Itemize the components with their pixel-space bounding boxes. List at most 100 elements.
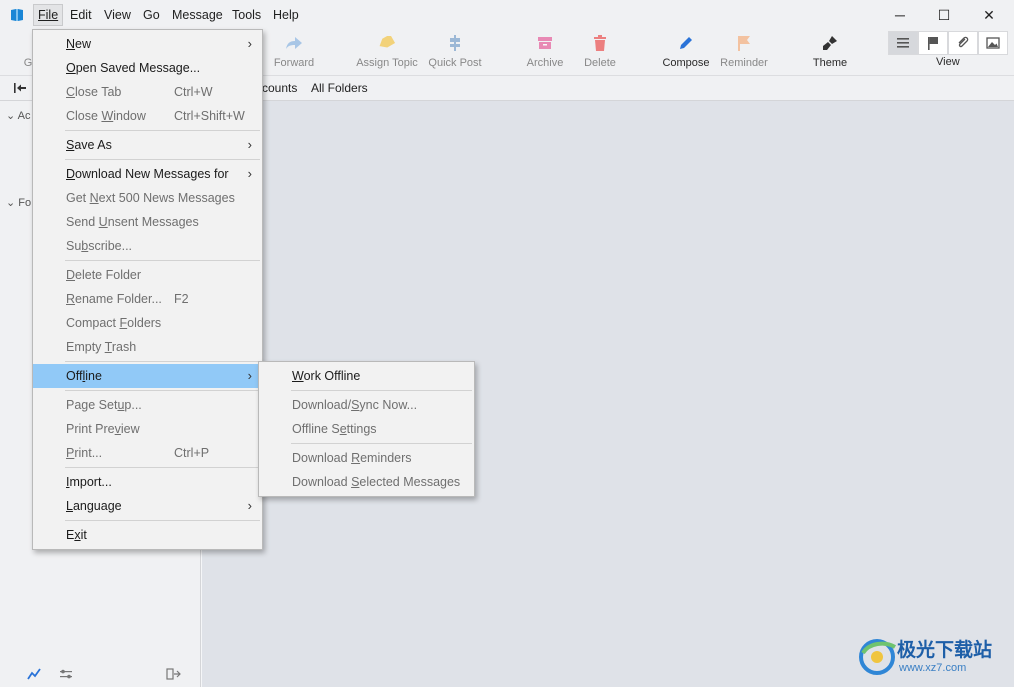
menu-item-delete-folder[interactable]: Delete Folder (33, 263, 262, 287)
menu-item-shortcut: Ctrl+W (174, 85, 213, 99)
menu-item-label: Print Preview (66, 422, 140, 436)
minimize-button[interactable]: ─ (877, 0, 923, 30)
minimize-icon: ─ (895, 7, 905, 23)
menu-file[interactable]: File (33, 4, 64, 26)
forward-label: Forward (273, 57, 315, 69)
accounts-section-label: Ac (17, 110, 31, 122)
menu-tools[interactable]: Tools (228, 4, 265, 26)
menu-item-shortcut: Ctrl+P (174, 446, 210, 460)
menu-item-exit[interactable]: Exit (33, 523, 262, 547)
menu-separator (65, 260, 260, 261)
menu-item-label: Close Window (66, 109, 146, 123)
view-toggle-group (888, 31, 1008, 55)
menu-item-offline-settings[interactable]: Offline Settings (259, 417, 474, 441)
reminder-label: Reminder (720, 57, 768, 69)
menu-item-close-tab[interactable]: Close Tab Ctrl+W (33, 80, 262, 104)
folders-section-header[interactable]: ⌄ Fo (6, 196, 31, 209)
pencil-icon (680, 37, 692, 49)
compose-button[interactable]: Compose (660, 32, 712, 74)
close-window-button[interactable]: ✕ (966, 0, 1012, 30)
settings-sliders-icon[interactable] (58, 667, 74, 681)
menu-item-label: Rename Folder... (66, 292, 162, 306)
archive-icon (538, 37, 552, 49)
menu-item-label: New (66, 37, 92, 51)
menu-item-save-as[interactable]: Save As › (33, 133, 262, 157)
maximize-icon: ☐ (937, 6, 951, 23)
image-icon (986, 37, 1000, 49)
menu-item-print-preview[interactable]: Print Preview (33, 417, 262, 441)
reminder-button[interactable]: Reminder (717, 32, 771, 74)
menu-view[interactable]: View (100, 4, 135, 26)
menu-item-subscribe[interactable]: Subscribe... (33, 234, 262, 258)
forward-button[interactable]: Forward (268, 32, 320, 74)
menu-item-print[interactable]: Print... Ctrl+P (33, 441, 262, 465)
menu-item-import[interactable]: Import... (33, 470, 262, 494)
menu-item-new[interactable]: New › (33, 32, 262, 56)
menu-item-label: Empty Trash (66, 340, 137, 354)
chevron-right-icon: › (247, 166, 252, 181)
archive-button[interactable]: Archive (523, 32, 567, 74)
menu-item-rename-folder[interactable]: Rename Folder... F2 (33, 287, 262, 311)
menu-item-download-sync-now[interactable]: Download/Sync Now... (259, 393, 474, 417)
menu-item-compact-folders[interactable]: Compact Folders (33, 311, 262, 335)
menu-item-label: Compact Folders (66, 316, 162, 330)
delete-button[interactable]: Delete (580, 32, 620, 74)
menu-item-label: Download/Sync Now... (292, 398, 418, 412)
menu-item-label: Open Saved Message... (66, 61, 201, 75)
menu-item-close-window[interactable]: Close Window Ctrl+Shift+W (33, 104, 262, 128)
assign-topic-button[interactable]: Assign Topic (353, 32, 421, 74)
menu-edit[interactable]: Edit (66, 4, 96, 26)
quick-post-button[interactable]: Quick Post (426, 32, 484, 74)
attachment-view-button[interactable] (948, 31, 978, 55)
app-logo-icon (11, 9, 23, 21)
paperclip-icon (958, 36, 969, 48)
collapse-pane-icon[interactable] (13, 82, 27, 94)
chevron-right-icon: › (247, 498, 252, 513)
accounts-tab[interactable]: counts (262, 81, 297, 95)
menu-item-offline[interactable]: Offline › (33, 364, 262, 388)
image-view-button[interactable] (978, 31, 1008, 55)
menu-item-label: Offline Settings (292, 422, 377, 436)
theme-button[interactable]: Theme (810, 32, 850, 74)
compose-label: Compose (662, 57, 710, 69)
menu-separator (65, 520, 260, 521)
close-icon: ✕ (983, 6, 995, 23)
menu-item-empty-trash[interactable]: Empty Trash (33, 335, 262, 359)
menu-item-label: Get Next 500 News Messages (66, 191, 235, 205)
menu-separator (65, 467, 260, 468)
menu-go[interactable]: Go (139, 4, 164, 26)
menu-item-label: Download New Messages for (66, 167, 229, 181)
menu-separator (291, 443, 472, 444)
tag-icon (379, 36, 396, 48)
menu-item-work-offline[interactable]: Work Offline (259, 364, 474, 388)
menu-item-language[interactable]: Language › (33, 494, 262, 518)
menu-help[interactable]: Help (269, 4, 303, 26)
flag-view-button[interactable] (918, 31, 948, 55)
menu-item-download-reminders[interactable]: Download Reminders (259, 446, 474, 470)
menu-item-label: Download Reminders (292, 451, 412, 465)
menu-item-send-unsent-messages[interactable]: Send Unsent Messages (33, 210, 262, 234)
menu-separator (65, 361, 260, 362)
flag-icon (928, 37, 938, 50)
view-label: View (936, 56, 960, 68)
activity-icon[interactable] (26, 667, 42, 681)
accounts-section-header[interactable]: ⌄ Ac (6, 109, 31, 122)
menu-item-label: Print... (66, 446, 103, 460)
list-view-button[interactable] (888, 31, 918, 55)
collapse-sidebar-icon[interactable] (166, 667, 182, 681)
all-folders-tab[interactable]: All Folders (311, 81, 368, 95)
chevron-right-icon: › (247, 137, 252, 152)
menu-separator (65, 159, 260, 160)
assign-topic-label: Assign Topic (356, 57, 418, 69)
menu-item-download-new-messages-for[interactable]: Download New Messages for › (33, 162, 262, 186)
menu-item-open-saved-message[interactable]: Open Saved Message... (33, 56, 262, 80)
menu-item-download-selected-messages[interactable]: Download Selected Messages (259, 470, 474, 494)
maximize-button[interactable]: ☐ (921, 0, 967, 30)
menu-item-get-next-500-news-messages[interactable]: Get Next 500 News Messages (33, 186, 262, 210)
trash-icon (594, 35, 606, 51)
theme-label: Theme (812, 57, 848, 69)
menu-item-shortcut: Ctrl+Shift+W (174, 109, 245, 123)
menu-message[interactable]: Message (168, 4, 227, 26)
menu-item-page-setup[interactable]: Page Setup... (33, 393, 262, 417)
menu-bar: File Edit View Go Message Tools Help ─ ☐… (0, 0, 1014, 30)
